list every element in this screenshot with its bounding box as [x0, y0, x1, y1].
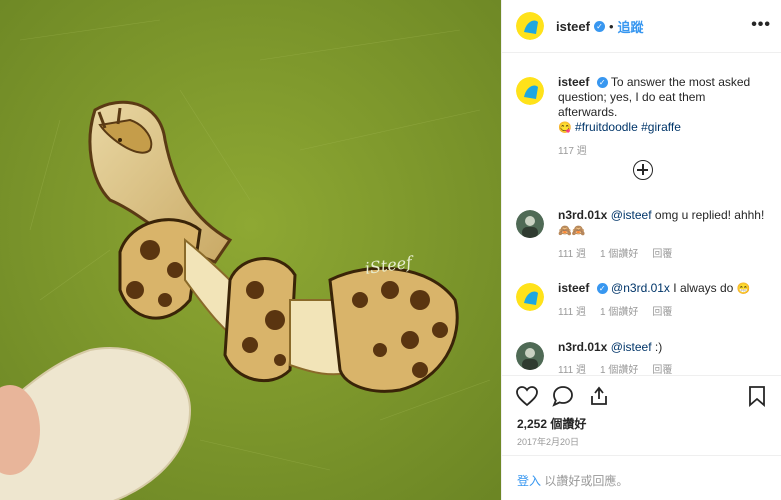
avatar[interactable]	[516, 210, 544, 238]
comment-time[interactable]: 111 週	[558, 363, 586, 375]
avatar[interactable]	[516, 77, 544, 105]
login-text: 以讚好或回應。	[541, 474, 629, 488]
login-prompt: 登入 以讚好或回應。	[502, 455, 781, 500]
header-username[interactable]: isteef	[556, 19, 590, 34]
post-date: 2017年2月20日	[517, 437, 580, 447]
share-icon[interactable]	[587, 384, 611, 413]
comment-likes[interactable]: 1 個讚好	[600, 305, 638, 320]
post-sidebar: isteef ✓ • 追蹤 ••• isteef ✓ To answer the…	[501, 0, 781, 500]
comment-likes[interactable]: 1 個讚好	[600, 247, 638, 262]
bookmark-icon[interactable]	[745, 384, 769, 413]
comment-username[interactable]: isteef	[558, 75, 589, 89]
comment-text: I always do	[669, 281, 737, 295]
comment: n3rd.01x @isteef omg u replied! ahhh! 🙈🙈…	[502, 208, 781, 262]
reply-button[interactable]: 回覆	[652, 363, 672, 375]
separator: •	[608, 18, 614, 34]
more-options-icon[interactable]: •••	[751, 16, 771, 34]
verified-badge-icon: ✓	[596, 77, 608, 89]
heart-icon[interactable]	[515, 384, 539, 413]
reply-button[interactable]: 回覆	[652, 247, 672, 262]
comments-list: isteef ✓ To answer the most asked questi…	[502, 53, 781, 375]
verified-badge-icon: ✓	[596, 283, 608, 295]
mention[interactable]: @isteef	[611, 340, 652, 354]
comment-username[interactable]: n3rd.01x	[558, 340, 607, 354]
reply-button[interactable]: 回覆	[652, 305, 672, 320]
comment-username[interactable]: isteef	[558, 281, 589, 295]
verified-badge-icon: ✓	[593, 20, 605, 32]
emoji: 😁	[736, 283, 751, 295]
mention[interactable]: @isteef	[611, 208, 652, 222]
comment-time[interactable]: 111 週	[558, 305, 586, 320]
emoji: 🙈🙈	[558, 225, 586, 237]
post-photo[interactable]: iSteef	[0, 0, 501, 500]
avatar[interactable]	[516, 283, 544, 311]
comment-time[interactable]: 111 週	[558, 247, 586, 262]
emoji: 😋	[558, 122, 572, 134]
hashtags[interactable]: #fruitdoodle #giraffe	[575, 120, 681, 134]
follow-button[interactable]: 追蹤	[618, 17, 644, 36]
avatar[interactable]	[516, 12, 544, 40]
banana-giraffe-photo: iSteef	[0, 0, 501, 500]
mention[interactable]: @n3rd.01x	[611, 281, 670, 295]
likes-count[interactable]: 2,252 個讚好	[517, 415, 586, 432]
comment-likes[interactable]: 1 個讚好	[600, 363, 638, 375]
comment-text: omg u replied! ahhh!	[651, 208, 765, 222]
comment-text: :)	[651, 340, 663, 354]
comment-username[interactable]: n3rd.01x	[558, 208, 607, 222]
comment-icon[interactable]	[551, 384, 575, 413]
caption: isteef ✓ To answer the most asked questi…	[502, 75, 781, 159]
comment: n3rd.01x @isteef :) 111 週 1 個讚好 回覆	[502, 340, 781, 375]
action-bar: 2,252 個讚好 2017年2月20日	[502, 375, 781, 454]
comment-time[interactable]: 117 週	[558, 144, 587, 159]
comment: isteef ✓ @n3rd.01x I always do 😁 111 週 1…	[502, 281, 781, 320]
login-link[interactable]: 登入	[517, 474, 541, 488]
avatar[interactable]	[516, 342, 544, 370]
post-header: isteef ✓ • 追蹤 •••	[502, 0, 781, 53]
load-more-comments-icon[interactable]	[633, 160, 653, 180]
